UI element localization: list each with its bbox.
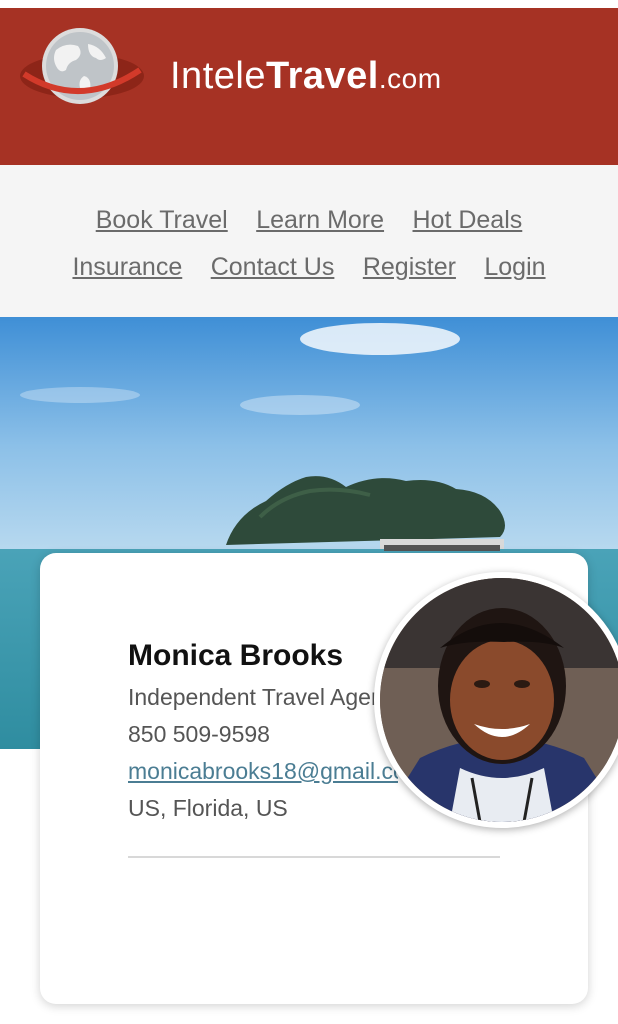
agent-email-link[interactable]: monicabrooks18@gmail.com: [128, 758, 398, 785]
nav-link-book-travel[interactable]: Book Travel: [96, 206, 228, 234]
nav-row-2: Insurance Contact Us Register Login: [0, 250, 618, 284]
agent-phone[interactable]: 850 509-9598: [128, 721, 398, 748]
nav-link-register[interactable]: Register: [363, 253, 456, 281]
site-header: InteleTravel.com: [0, 0, 618, 165]
nav-link-contact-us[interactable]: Contact Us: [211, 253, 335, 281]
header-bar: InteleTravel.com: [0, 8, 618, 165]
brand-part-com: .com: [378, 63, 442, 94]
nav-row-1: Book Travel Learn More Hot Deals: [0, 203, 618, 237]
nav-link-learn-more[interactable]: Learn More: [256, 206, 384, 234]
card-divider: [128, 856, 500, 858]
brand-logo-text[interactable]: InteleTravel.com: [170, 52, 442, 103]
agent-avatar: [374, 572, 618, 828]
avatar-portrait: [380, 578, 618, 822]
agent-name: Monica Brooks: [128, 639, 344, 672]
brand-part-travel: Travel: [265, 55, 379, 97]
nav-link-hot-deals[interactable]: Hot Deals: [413, 206, 523, 234]
nav-link-login[interactable]: Login: [484, 253, 545, 281]
brand-part-intele: Intele: [170, 55, 266, 97]
globe-logo-icon[interactable]: [18, 26, 146, 118]
agent-location: US, Florida, US: [128, 795, 288, 821]
main-nav: Book Travel Learn More Hot Deals Insuran…: [0, 165, 618, 317]
nav-link-insurance[interactable]: Insurance: [72, 253, 182, 281]
agent-title: Independent Travel Agent: [128, 684, 391, 710]
